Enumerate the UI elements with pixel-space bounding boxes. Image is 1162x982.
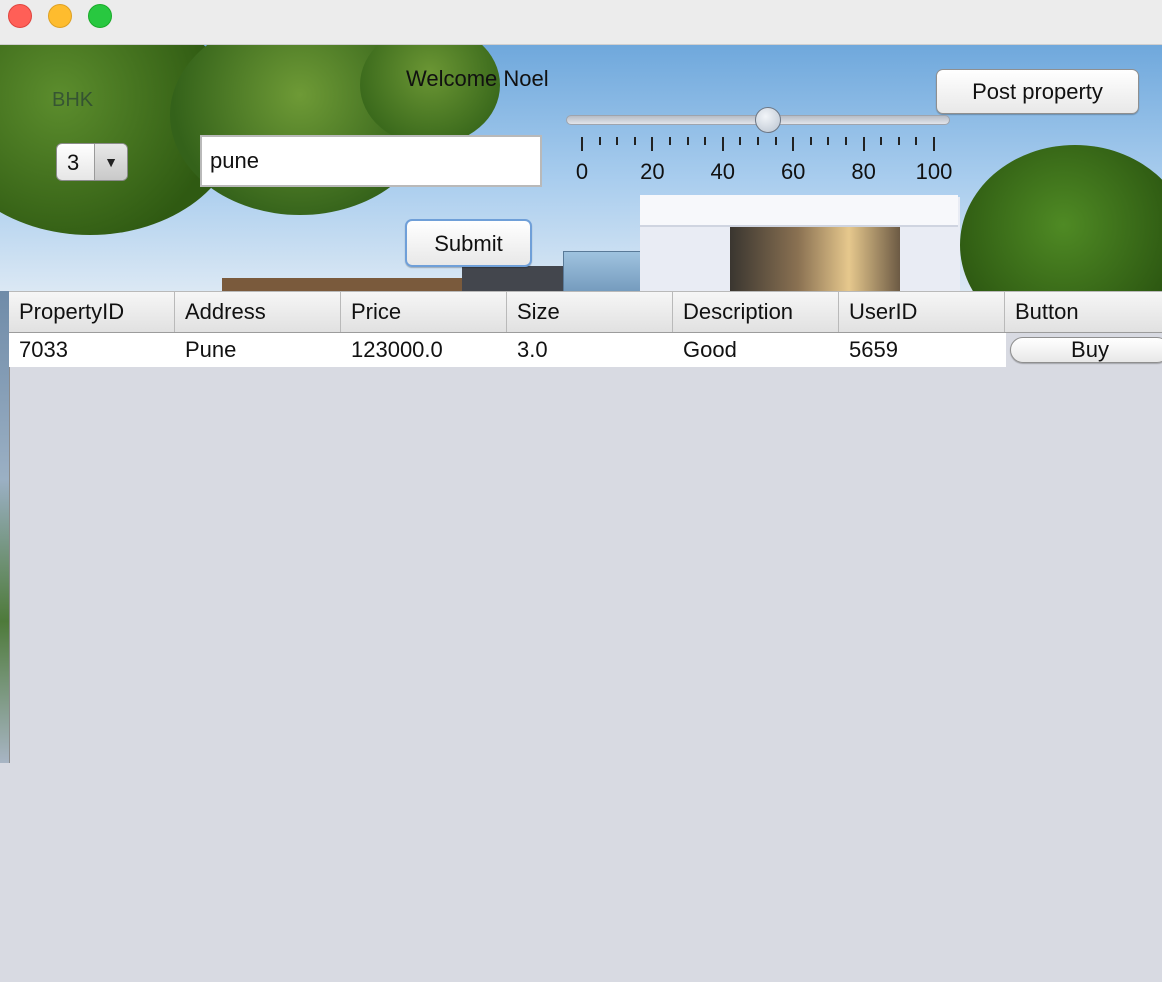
location-input[interactable] [200, 135, 542, 187]
cell-userid: 5659 [849, 337, 898, 362]
slider-tick [933, 137, 935, 151]
slider-tick [792, 137, 795, 151]
column-header-userid[interactable]: UserID [839, 292, 1005, 332]
slider-tick-label: 0 [575, 159, 589, 184]
slider-tick [897, 137, 900, 145]
slider-tick [739, 137, 742, 145]
cell-description: Good [683, 337, 737, 362]
column-header-price[interactable]: Price [341, 292, 507, 332]
table-header: PropertyID Address Price Size Descriptio… [9, 291, 1162, 333]
slider-tick [757, 137, 759, 145]
slider-tick [862, 137, 865, 151]
slider-tick [686, 137, 689, 145]
slider-tick [704, 137, 707, 145]
submit-button[interactable]: Submit [405, 219, 532, 267]
column-header-address[interactable]: Address [175, 292, 341, 332]
column-header-description[interactable]: Description [673, 292, 839, 332]
slider-tick-label: 80 [851, 159, 876, 184]
bhk-dropdown[interactable]: 3 ▼ [56, 143, 128, 181]
post-property-button[interactable]: Post property [936, 69, 1139, 114]
slider-tick-label: 100 [915, 159, 953, 184]
slider-tick-label: 60 [780, 159, 806, 184]
minimize-window-button[interactable] [48, 4, 72, 28]
slider-tick [669, 137, 671, 145]
slider-tick [616, 137, 619, 145]
slider-tick [827, 137, 830, 145]
slider-tick [598, 137, 601, 145]
title-bar [0, 0, 1162, 45]
slider-tick-label: 40 [710, 159, 736, 184]
column-header-button[interactable]: Button [1005, 292, 1162, 332]
slider-tick-label: 20 [640, 159, 665, 184]
table-row[interactable]: 7033 Pune 123000.0 3.0 Good 5659 [9, 333, 1006, 367]
cell-propertyid: 7033 [19, 337, 68, 362]
cell-price: 123000.0 [351, 337, 443, 362]
bhk-label: BHK [52, 89, 94, 111]
close-window-button[interactable] [8, 4, 32, 28]
slider-tick [915, 137, 918, 145]
slider-thumb[interactable] [755, 107, 781, 133]
column-header-propertyid[interactable]: PropertyID [9, 292, 175, 332]
slider-tick [845, 137, 847, 145]
chevron-down-icon[interactable]: ▼ [94, 144, 127, 180]
buy-button[interactable]: Buy [1010, 337, 1162, 363]
cell-size: 3.0 [517, 337, 548, 362]
maximize-window-button[interactable] [88, 4, 112, 28]
slider-tick [809, 137, 812, 145]
price-slider[interactable]: 0 20 40 60 80 100 [566, 105, 956, 195]
slider-tick [774, 137, 777, 145]
bhk-selected-value: 3 [67, 150, 80, 175]
cell-address: Pune [185, 337, 237, 362]
slider-tick [880, 137, 883, 145]
welcome-message: Welcome Noel [406, 66, 549, 91]
slider-tick [651, 137, 654, 151]
slider-tick [633, 137, 636, 145]
main-panel: BHK Welcome Noel 3 ▼ Submit Post propert… [0, 45, 1162, 982]
slider-tick [721, 137, 724, 151]
column-header-size[interactable]: Size [507, 292, 673, 332]
slider-tick [581, 137, 583, 151]
